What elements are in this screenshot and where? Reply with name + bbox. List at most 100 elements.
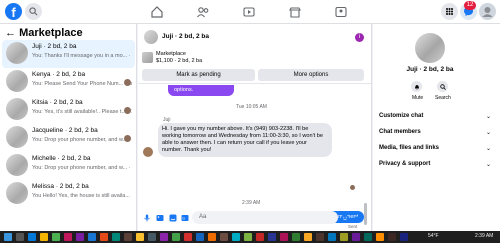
people-icon[interactable] — [196, 5, 210, 19]
app-icon[interactable] — [196, 233, 204, 241]
app-icon[interactable] — [172, 233, 180, 241]
seen-avatar — [350, 185, 355, 190]
sticker-icon[interactable] — [169, 214, 177, 222]
info-icon[interactable]: i — [355, 33, 364, 42]
home-icon[interactable] — [150, 5, 164, 19]
listing-thumbnail — [6, 154, 28, 176]
message-list: options. Tue 10:05 AM Juji Hi. I gave yo… — [138, 85, 371, 229]
conversation-title: Kenya · 2 bd, 2 ba — [32, 71, 86, 78]
mute-button[interactable] — [411, 81, 422, 92]
app-icon[interactable] — [280, 233, 288, 241]
app-icon[interactable] — [220, 233, 228, 241]
chevron-down-icon: ⌄ — [485, 130, 491, 136]
back-arrow-icon[interactable]: ← — [5, 27, 16, 39]
chat-members-section[interactable]: Chat members ⌄ — [379, 129, 491, 136]
app-icon[interactable] — [136, 233, 144, 241]
gif-icon[interactable]: G — [181, 214, 189, 222]
more-options-button[interactable]: More options — [258, 69, 364, 81]
app-icon[interactable] — [244, 233, 252, 241]
start-icon[interactable] — [4, 233, 12, 241]
conversation-item[interactable]: Juji · 2 bd, 2 ba You: Thanks I'll messa… — [2, 40, 135, 68]
app-icon[interactable] — [232, 233, 240, 241]
video-icon[interactable] — [242, 5, 256, 19]
app-icon[interactable] — [160, 233, 168, 241]
like-icon[interactable] — [354, 213, 363, 222]
app-icon[interactable] — [376, 233, 384, 241]
conversation-preview: You Hello! Yes, the house is still avail… — [32, 193, 132, 199]
mute-label: Mute — [412, 95, 424, 101]
chevron-down-icon: ⌄ — [485, 162, 491, 168]
conversation-item[interactable]: Michelle · 2 bd, 2 ba You: Drop your pho… — [2, 152, 135, 180]
app-icon[interactable] — [76, 233, 84, 241]
weather-temperature[interactable]: 54°F — [428, 233, 439, 239]
chat-title[interactable]: Juji · 2 bd, 2 ba — [162, 33, 209, 40]
folder-icon[interactable] — [40, 233, 48, 241]
sender-avatar — [143, 147, 153, 157]
microphone-icon[interactable] — [143, 214, 151, 222]
photo-icon[interactable] — [156, 214, 164, 222]
menu-grid-button[interactable] — [441, 3, 458, 20]
app-icon[interactable] — [184, 233, 192, 241]
windows-taskbar: 54°F 2:39 AM — [0, 231, 500, 243]
app-icon[interactable] — [64, 233, 72, 241]
grid-icon — [446, 8, 453, 15]
media-files-links-section[interactable]: Media, files and links ⌄ — [379, 145, 491, 152]
account-icon — [482, 7, 493, 17]
customize-chat-section[interactable]: Customize chat ⌄ — [379, 113, 491, 120]
listing-thumbnail[interactable] — [142, 52, 153, 63]
browser-icon[interactable] — [28, 233, 36, 241]
search-icon — [29, 7, 38, 16]
bell-icon — [414, 84, 419, 89]
app-icon[interactable] — [124, 233, 132, 241]
listing-detail: $1,100 · 2 bd, 2 ba — [156, 58, 203, 64]
conversation-item[interactable]: Kenya · 2 bd, 2 ba You: Please Send Your… — [2, 68, 135, 96]
app-icon[interactable] — [256, 233, 264, 241]
panel-header: ← Marketplace — [5, 27, 83, 39]
conversation-title: Melissa · 2 bd, 2 ba — [32, 183, 89, 190]
conversation-title: Juji · 2 bd, 2 ba — [32, 43, 77, 50]
app-icon[interactable] — [88, 233, 96, 241]
app-icon[interactable] — [100, 233, 108, 241]
app-icon[interactable] — [328, 233, 336, 241]
app-icon[interactable] — [388, 233, 396, 241]
groups-icon[interactable] — [334, 5, 348, 19]
chrome-icon[interactable] — [52, 233, 60, 241]
app-icon[interactable] — [292, 233, 300, 241]
marketplace-conversations-panel: ← Marketplace Juji · 2 bd, 2 ba You: Tha… — [0, 24, 137, 231]
app-icon[interactable] — [304, 233, 312, 241]
conversation-item[interactable]: Kitsia · 2 bd, 2 ba You: Yes, it's still… — [2, 96, 135, 124]
message-input[interactable]: Aa — [192, 211, 338, 224]
conversation-item[interactable]: Jacqueline · 2 bd, 2 ba You: Drop your p… — [2, 124, 135, 152]
facebook-logo[interactable]: f — [5, 3, 22, 20]
app-icon[interactable] — [316, 233, 324, 241]
emoji-icon[interactable] — [341, 214, 349, 222]
marketplace-icon[interactable] — [288, 5, 302, 19]
chat-avatar[interactable] — [144, 30, 158, 44]
search-button[interactable] — [25, 3, 42, 20]
app-icon[interactable] — [112, 233, 120, 241]
app-icon[interactable] — [352, 233, 360, 241]
app-icon[interactable] — [268, 233, 276, 241]
account-button[interactable] — [479, 3, 496, 20]
app-icon[interactable] — [364, 233, 372, 241]
search-conversation-button[interactable] — [437, 81, 448, 92]
taskbar-search-icon[interactable] — [16, 233, 24, 241]
system-clock[interactable]: 2:39 AM — [475, 233, 493, 239]
notification-badge: 12 — [464, 1, 476, 10]
conversation-title: Michelle · 2 bd, 2 ba — [32, 155, 91, 162]
seen-avatar — [124, 107, 131, 114]
conversation-info-panel: Juji · 2 bd, 2 ba Mute Search Customize … — [373, 24, 500, 231]
app-icon[interactable] — [400, 233, 408, 241]
svg-text:G: G — [182, 217, 185, 221]
listing-label: Marketplace — [156, 51, 186, 57]
app-icon[interactable] — [148, 233, 156, 241]
conversation-title: Kitsia · 2 bd, 2 ba — [32, 99, 83, 106]
app-icon[interactable] — [208, 233, 216, 241]
privacy-support-section[interactable]: Privacy & support ⌄ — [379, 161, 491, 168]
message-composer: G Aa — [138, 206, 371, 231]
conversation-preview: You: Drop your phone number, and w... · … — [32, 165, 132, 171]
mark-as-pending-button[interactable]: Mark as pending — [142, 69, 255, 81]
conversation-item[interactable]: Melissa · 2 bd, 2 ba You Hello! Yes, the… — [2, 180, 135, 208]
seen-avatar — [124, 135, 131, 142]
app-icon[interactable] — [340, 233, 348, 241]
